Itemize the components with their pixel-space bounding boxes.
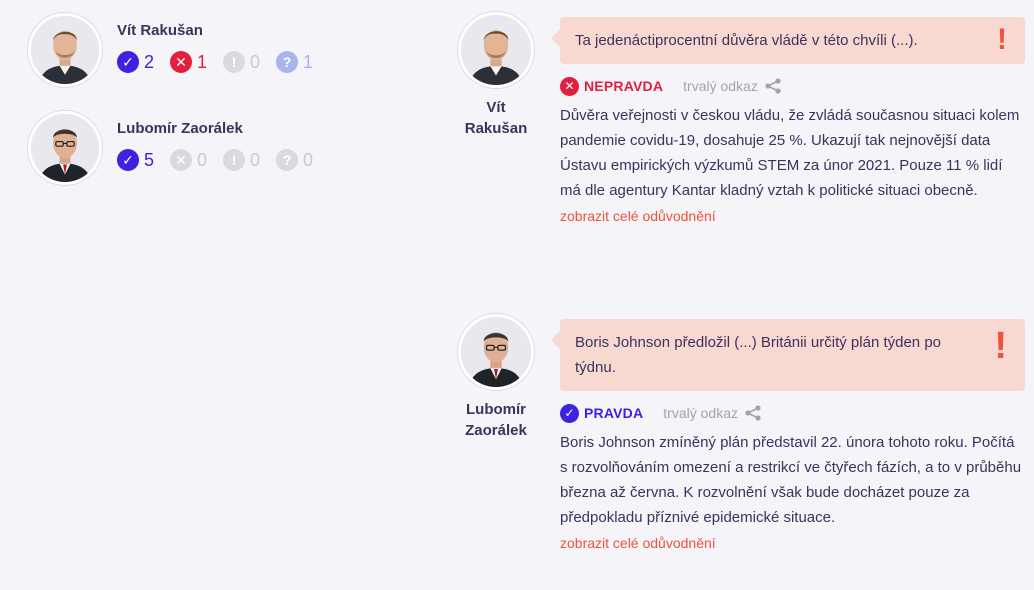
unverifiable-count[interactable]: ? 1 — [276, 51, 313, 73]
portrait-icon — [31, 114, 99, 182]
statement-quote: Boris Johnson předložil (...) Británii u… — [551, 319, 1025, 391]
verdict-label: NEPRAVDA — [584, 78, 664, 94]
cross-icon: ✕ — [170, 149, 193, 171]
permalink-link[interactable]: trvalý odkaz — [663, 405, 738, 421]
unverifiable-count-value: 1 — [303, 51, 314, 72]
show-full-reasoning-link[interactable]: zobrazit celé odůvodnění — [560, 205, 1025, 227]
false-count-value: 0 — [197, 149, 208, 170]
statement-body: Ta jedenáctiprocentní důvěra vládě v tét… — [551, 17, 1025, 227]
avatar[interactable] — [458, 12, 534, 88]
avatar[interactable] — [458, 314, 534, 390]
exclamation-icon: ! — [223, 51, 246, 73]
check-icon: ✓ — [117, 149, 139, 171]
false-count[interactable]: ✕ 0 — [170, 149, 207, 171]
cross-icon: ✕ — [560, 76, 579, 96]
quote-text: Ta jedenáctiprocentní důvěra vládě v tét… — [575, 32, 918, 49]
misleading-count-value: 0 — [250, 149, 261, 170]
verdict-row: ✕ NEPRAVDA trvalý odkaz — [560, 75, 1025, 97]
share-icon[interactable] — [744, 404, 762, 422]
true-count-value: 2 — [144, 51, 155, 72]
true-count-value: 5 — [144, 149, 155, 170]
statement-body: Boris Johnson předložil (...) Británii u… — [551, 319, 1025, 554]
avatar[interactable] — [28, 111, 102, 185]
unverifiable-count[interactable]: ? 0 — [276, 149, 313, 171]
share-icon[interactable] — [764, 77, 782, 95]
statement-quote: Ta jedenáctiprocentní důvěra vládě v tét… — [551, 17, 1025, 64]
statement-speaker-name[interactable]: Vít Rakušan — [458, 97, 534, 139]
portrait-icon — [461, 15, 531, 85]
verdict-counts: ✓ 5 ✕ 0 ! 0 ? 0 — [117, 148, 329, 172]
statement-speaker[interactable]: Lubomír Zaorálek — [458, 314, 534, 441]
verdict-label: PRAVDA — [584, 405, 644, 421]
true-count[interactable]: ✓ 2 — [117, 51, 154, 73]
speaker-name[interactable]: Lubomír Zaorálek — [117, 120, 329, 142]
statement-speaker-name[interactable]: Lubomír Zaorálek — [458, 399, 534, 441]
check-icon: ✓ — [117, 51, 139, 73]
misleading-count[interactable]: ! 0 — [223, 51, 260, 73]
statement-explanation: Boris Johnson zmíněný plán představil 22… — [560, 434, 1022, 526]
false-count[interactable]: ✕ 1 — [170, 51, 207, 73]
verdict-counts: ✓ 2 ✕ 1 ! 0 ? 1 — [117, 50, 329, 74]
unverifiable-count-value: 0 — [303, 149, 314, 170]
true-count[interactable]: ✓ 5 — [117, 149, 154, 171]
verdict-row: ✓ PRAVDA trvalý odkaz — [560, 402, 1025, 424]
misleading-count[interactable]: ! 0 — [223, 149, 260, 171]
statement-speaker[interactable]: Vít Rakušan — [458, 12, 534, 139]
question-icon: ? — [276, 149, 299, 171]
show-full-reasoning-link[interactable]: zobrazit celé odůvodnění — [560, 532, 1025, 554]
question-icon: ? — [276, 51, 299, 73]
cross-icon: ✕ — [170, 51, 193, 73]
avatar[interactable] — [28, 13, 102, 87]
speaker-row-rakusan[interactable]: Vít Rakušan ✓ 2 ✕ 1 ! 0 ? 1 — [28, 13, 329, 87]
portrait-icon — [461, 317, 531, 387]
exclamation-icon: ! — [997, 23, 1007, 56]
exclamation-icon: ! — [223, 149, 246, 171]
misleading-count-value: 0 — [250, 51, 261, 72]
permalink-link[interactable]: trvalý odkaz — [683, 78, 758, 94]
check-icon: ✓ — [560, 403, 579, 423]
exclamation-icon: ! — [994, 325, 1007, 367]
statement-explanation: Důvěra veřejnosti v českou vládu, že zvl… — [560, 107, 1020, 199]
false-count-value: 1 — [197, 51, 208, 72]
speaker-name[interactable]: Vít Rakušan — [117, 22, 329, 44]
quote-text: Boris Johnson předložil (...) Británii u… — [575, 334, 942, 376]
portrait-icon — [31, 16, 99, 84]
speaker-row-zaoralek[interactable]: Lubomír Zaorálek ✓ 5 ✕ 0 ! 0 ? 0 — [28, 111, 329, 185]
